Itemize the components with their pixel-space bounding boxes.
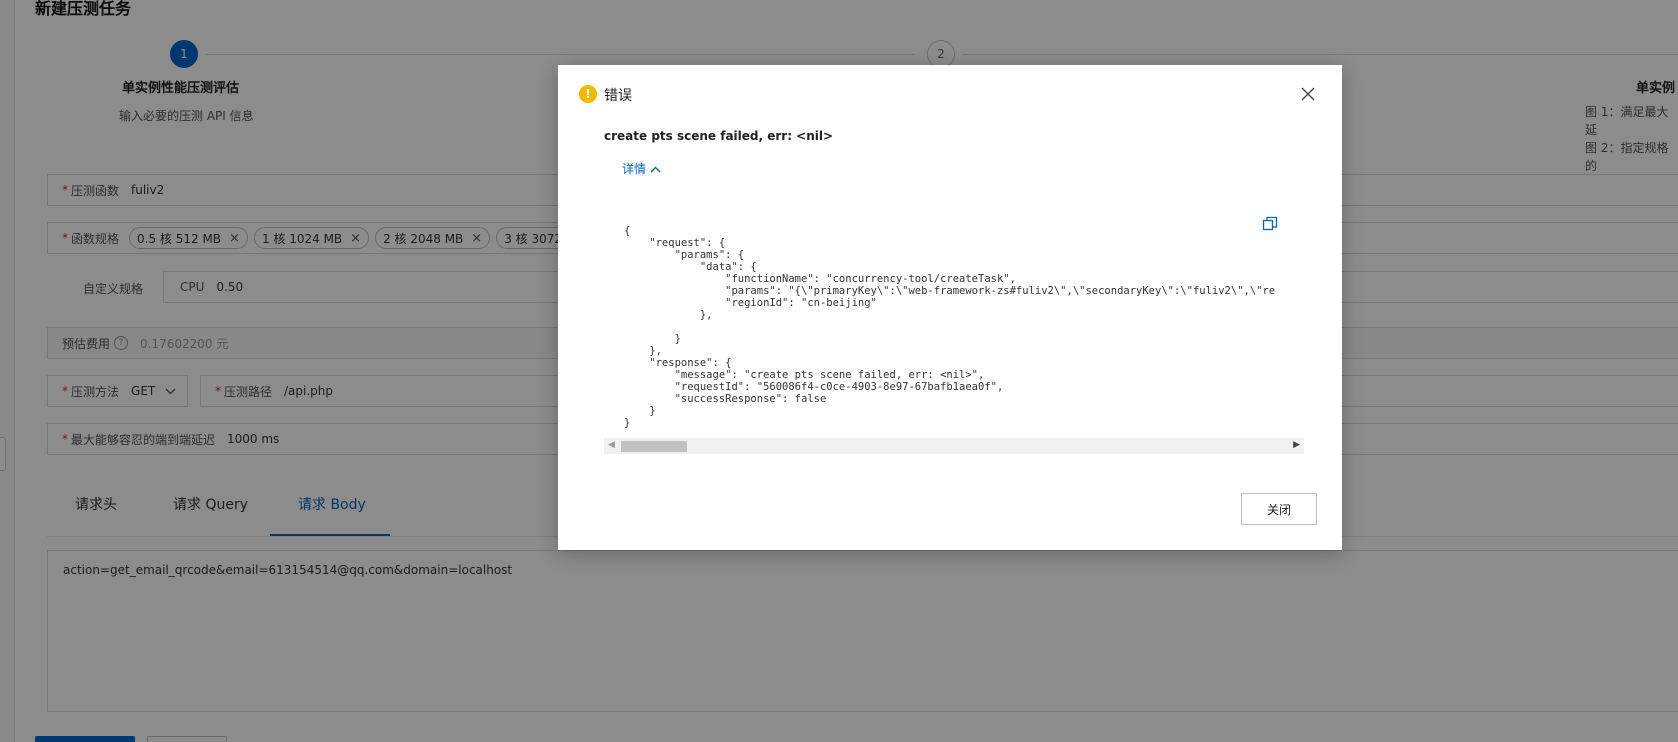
page: 新建压测任务 1 2 单实例性能压测评估 输入必要的压测 API 信息 单实例 …: [0, 0, 1678, 742]
error-message: create pts scene failed, err: <nil>: [604, 129, 834, 143]
horizontal-scrollbar[interactable]: ◀ ▶: [604, 438, 1304, 454]
details-toggle[interactable]: 详情: [622, 160, 661, 177]
details-json: { "request": { "params": { "data": { "fu…: [624, 225, 1276, 429]
warning-icon: !: [579, 85, 597, 103]
scrollbar-thumb[interactable]: [621, 441, 687, 452]
details-code-block: { "request": { "params": { "data": { "fu…: [604, 223, 1304, 505]
scroll-left-icon[interactable]: ◀: [608, 440, 615, 450]
close-button[interactable]: 关闭: [1241, 493, 1317, 525]
close-icon[interactable]: [1298, 87, 1318, 107]
dialog-title: 错误: [604, 88, 632, 104]
error-dialog: ! 错误 create pts scene failed, err: <nil>…: [558, 65, 1342, 550]
chevron-up-icon: [650, 165, 661, 176]
scroll-right-icon[interactable]: ▶: [1293, 440, 1300, 450]
